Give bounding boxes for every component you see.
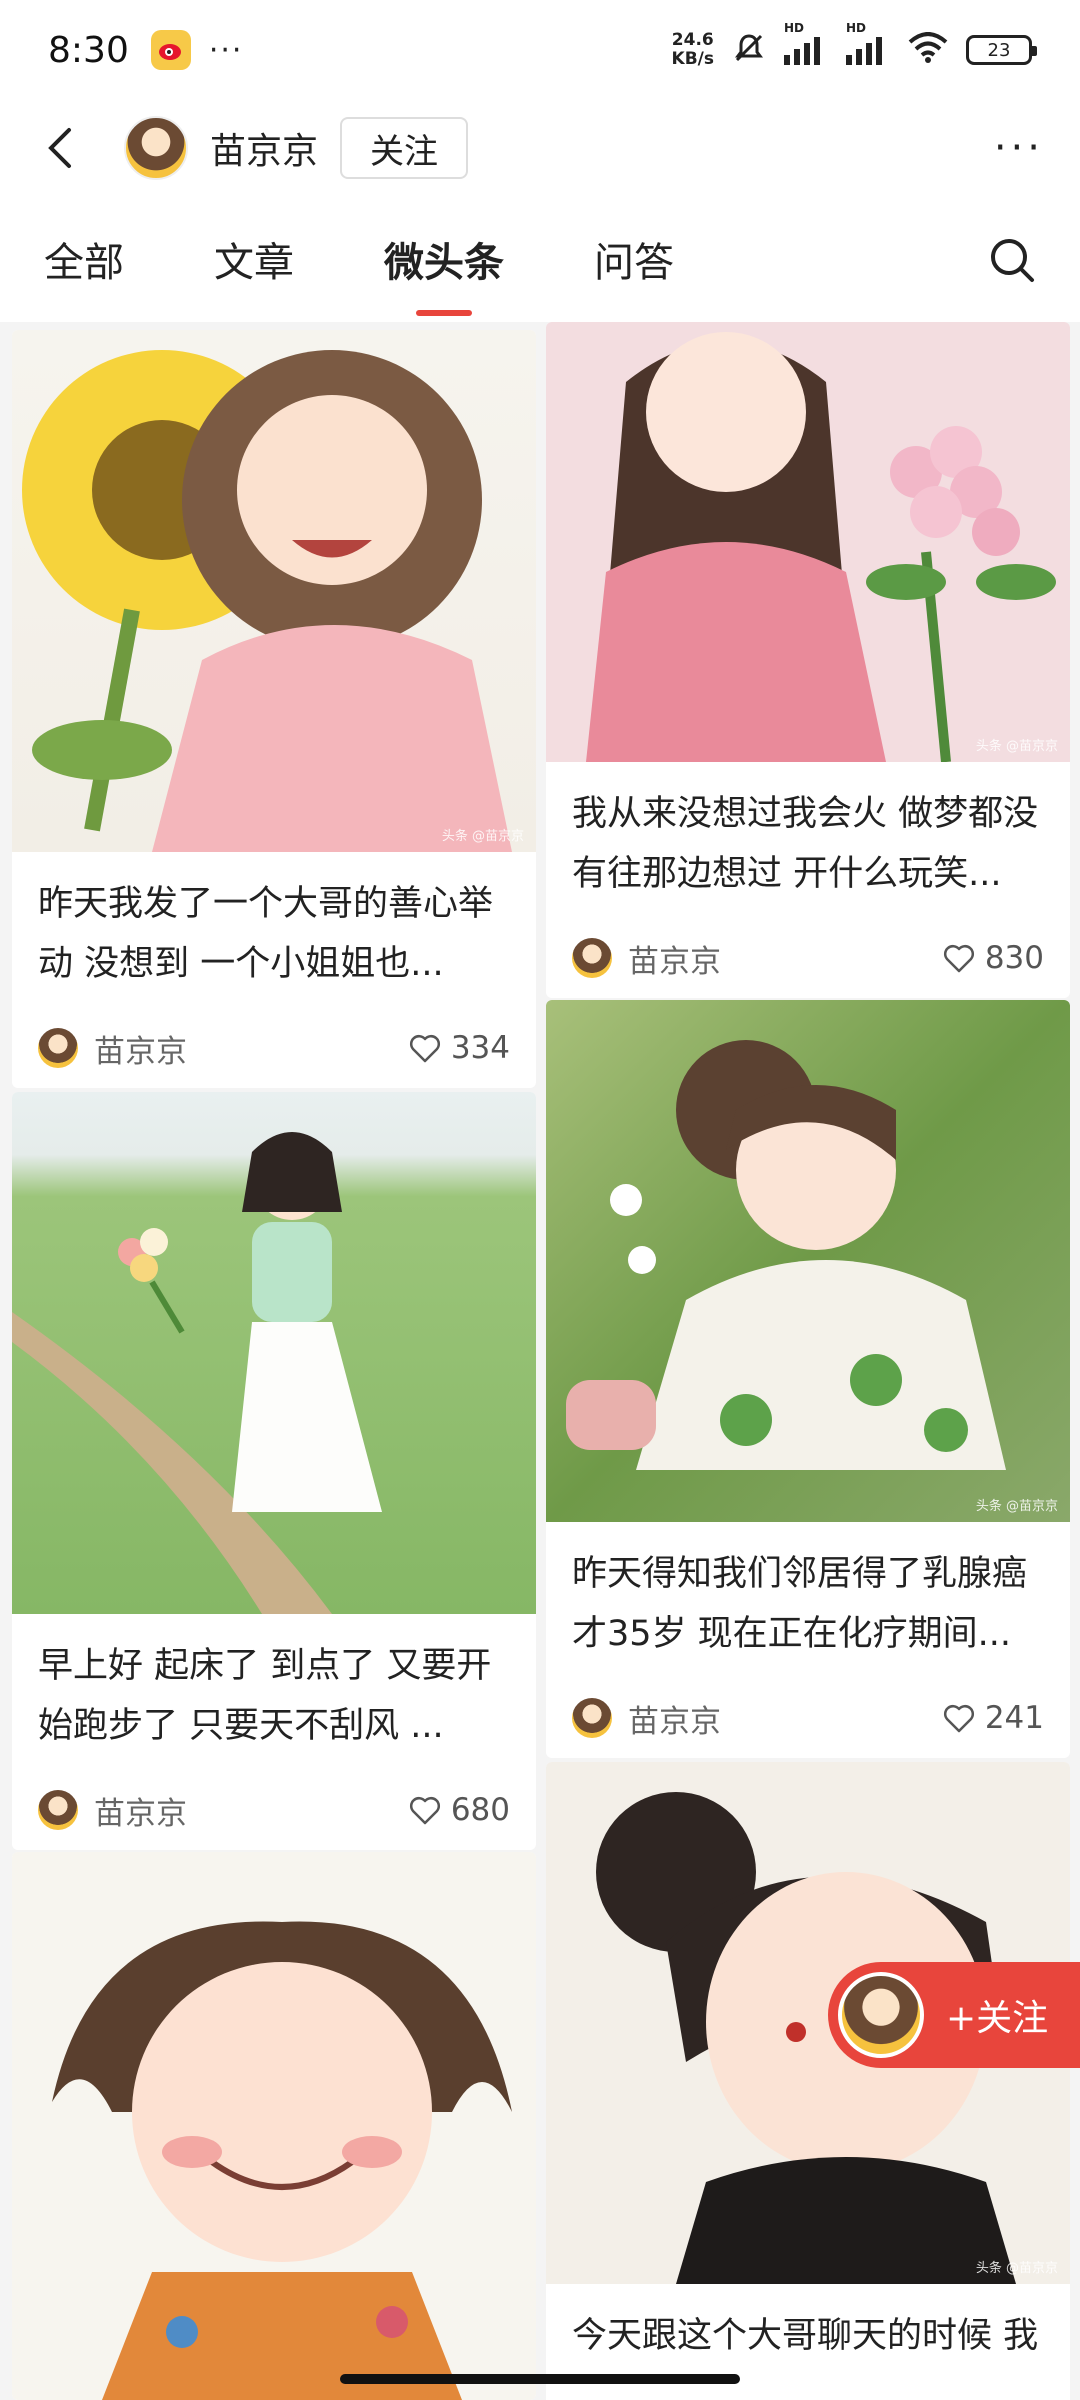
post-author: 苗京京 (94, 1795, 187, 1832)
hd-label-1: HD (784, 21, 805, 35)
post-title[interactable]: 昨天得知我们邻居得了乳腺癌才35岁 现在正在化疗期间... (546, 1522, 1070, 1678)
weibo-icon (150, 30, 191, 70)
post-card[interactable]: 头条 @苗京京 我从来没想过我会火 做梦都没有往那边想过 开什么玩笑... 苗京… (546, 322, 1070, 998)
author-avatar[interactable] (124, 116, 188, 180)
tab-micro-posts[interactable]: 微头条 (384, 196, 504, 322)
net-speed: 24.6 KB/s (672, 31, 714, 69)
post-author: 苗京京 (94, 1033, 187, 1070)
net-speed-value: 24.6 (671, 30, 714, 50)
post-feed: 头条 @苗京京 昨天我发了一个大哥的善心举动 没想到 一个小姐姐也... 苗京京… (0, 322, 1080, 2400)
watermark: 头条 @苗京京 (975, 739, 1058, 754)
author-avatar (838, 1972, 924, 2058)
flower-bouquet (118, 1228, 185, 1334)
like-count: 830 (984, 940, 1044, 976)
like-button[interactable]: 241 (943, 1700, 1044, 1736)
hd-label-2: HD (846, 21, 867, 35)
author-avatar (38, 1790, 78, 1830)
post-author: 苗京京 (628, 943, 721, 980)
post-image: 头条 @苗京京 (546, 322, 1070, 762)
heart-icon (409, 1034, 440, 1063)
author-avatar (38, 1028, 78, 1068)
rose-bouquet (866, 426, 1056, 762)
heart-icon (409, 1796, 440, 1825)
wifi-icon (908, 32, 948, 68)
back-button[interactable] (36, 124, 84, 172)
home-indicator[interactable] (340, 2374, 740, 2384)
like-count: 334 (450, 1030, 510, 1066)
floating-follow-label: +关注 (946, 1998, 1049, 2039)
author-avatar (572, 1698, 612, 1738)
heart-icon (943, 1704, 974, 1733)
post-title[interactable]: 早上好 起床了 到点了 又要开始跑步了 只要天不刮风 ... (12, 1614, 536, 1770)
post-image (12, 1852, 536, 2400)
watermark: 头条 @苗京京 (975, 2261, 1058, 2276)
status-time: 8:30 (48, 29, 129, 71)
post-meta: 苗京京 830 (546, 918, 1070, 998)
post-meta: 苗京京 241 (546, 1678, 1070, 1758)
author-avatar (572, 938, 612, 978)
post-image: 头条 @苗京京 (12, 330, 536, 852)
like-button[interactable]: 680 (409, 1792, 510, 1828)
search-icon[interactable] (988, 236, 1036, 284)
post-card[interactable]: 头条 @苗京京 昨天得知我们邻居得了乳腺癌才35岁 现在正在化疗期间... 苗京… (546, 1000, 1070, 1758)
profile-header: 苗京京 关注 ··· (0, 100, 1080, 196)
post-card[interactable]: 头条 @苗京京 今天跟这个大哥聊天的时候 我 (546, 1762, 1070, 2400)
post-card[interactable]: 早上好 起床了 到点了 又要开始跑步了 只要天不刮风 ... 苗京京 680 (12, 1092, 536, 1850)
watermark: 头条 @苗京京 (975, 1499, 1058, 1514)
post-title[interactable]: 昨天我发了一个大哥的善心举动 没想到 一个小姐姐也... (12, 852, 536, 1008)
status-more-dots: ··· (208, 32, 244, 68)
like-count: 241 (984, 1700, 1044, 1736)
mute-bell-icon (732, 31, 766, 69)
post-card[interactable]: 头条 @苗京京 昨天我发了一个大哥的善心举动 没想到 一个小姐姐也... 苗京京… (12, 330, 536, 1088)
battery-icon: 23 (966, 35, 1037, 65)
post-author: 苗京京 (628, 1703, 721, 1740)
tab-qa[interactable]: 问答 (594, 196, 674, 322)
follow-button[interactable]: 关注 (340, 117, 469, 179)
signal-icon-1: HD (784, 21, 828, 65)
post-meta: 苗京京 680 (12, 1770, 536, 1850)
status-bar: 8:30 ··· 24.6 KB/s HD HD 23 (0, 0, 1080, 100)
post-meta: 苗京京 334 (12, 1008, 536, 1088)
floating-follow-button[interactable]: +关注 (828, 1962, 1080, 2068)
post-card[interactable] (12, 1852, 536, 2400)
content-tabs: 全部 文章 微头条 问答 (0, 196, 1080, 322)
net-speed-unit: KB/s (671, 49, 714, 69)
post-title[interactable]: 我从来没想过我会火 做梦都没有往那边想过 开什么玩笑... (546, 762, 1070, 918)
signal-icon-2: HD (846, 21, 890, 65)
tab-articles[interactable]: 文章 (214, 196, 294, 322)
post-image: 头条 @苗京京 (546, 1000, 1070, 1522)
more-options-button[interactable]: ··· (994, 125, 1044, 171)
post-image (12, 1092, 536, 1614)
heart-icon (943, 944, 974, 973)
like-button[interactable]: 830 (943, 940, 1044, 976)
author-name[interactable]: 苗京京 (210, 122, 318, 174)
watermark: 头条 @苗京京 (441, 829, 524, 844)
tab-all[interactable]: 全部 (44, 196, 124, 322)
like-button[interactable]: 334 (409, 1030, 510, 1066)
like-count: 680 (450, 1792, 510, 1828)
